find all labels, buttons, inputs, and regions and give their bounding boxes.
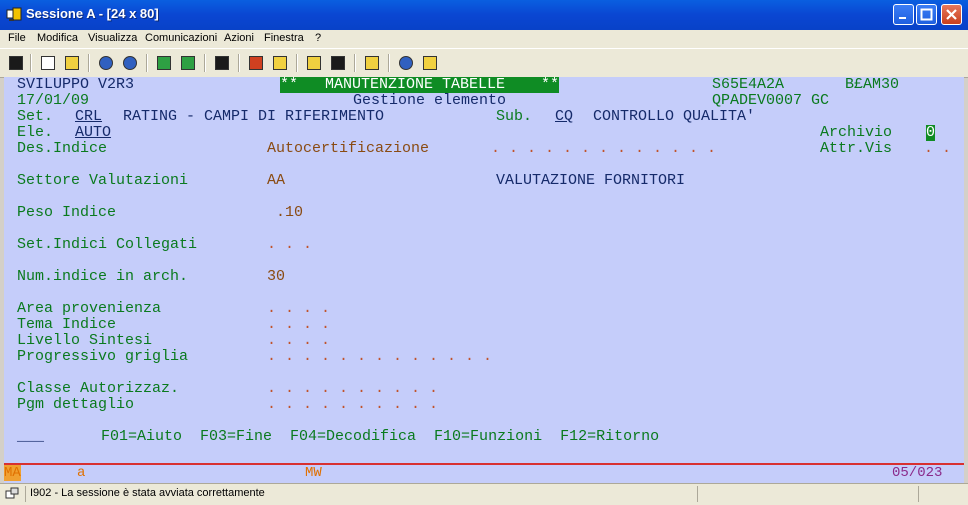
menu-file[interactable]: File	[8, 32, 26, 44]
set-indici-field[interactable]: . . .	[267, 237, 312, 253]
attr-vis-label: Attr.Vis	[820, 140, 893, 157]
record-macro-icon[interactable]	[246, 53, 266, 73]
archivio-field[interactable]: 0	[926, 125, 936, 141]
keyboard-icon[interactable]	[178, 53, 198, 73]
send-file-icon[interactable]	[96, 53, 116, 73]
settore-label: Settore Valutazioni	[17, 172, 189, 189]
macro-icon[interactable]	[212, 53, 232, 73]
window-title: Sessione A - [24 x 80]	[26, 6, 159, 21]
set-label: Set.	[17, 108, 54, 125]
status-separator	[25, 486, 26, 502]
globe-icon[interactable]	[396, 53, 416, 73]
oia-a: a	[77, 465, 86, 481]
status-message: I902 - La sessione è stata avviata corre…	[30, 487, 265, 499]
progressivo-label: Progressivo griglia	[17, 348, 189, 365]
area-field[interactable]: . . . .	[267, 301, 330, 317]
status-separator	[918, 486, 919, 502]
toolbar-separator	[30, 54, 32, 72]
minimize-button[interactable]	[893, 4, 914, 25]
play-macro-icon[interactable]	[304, 53, 324, 73]
status-bar: I902 - La sessione è stata avviata corre…	[0, 483, 968, 505]
ele-code: AUTO	[75, 124, 112, 141]
tema-label: Tema Indice	[17, 316, 117, 333]
peso-label: Peso Indice	[17, 204, 117, 221]
menu-modifica[interactable]: Modifica	[37, 32, 78, 44]
receive-file-icon[interactable]	[120, 53, 140, 73]
menu-help[interactable]: ?	[315, 32, 321, 44]
user-code: B£AM30	[845, 76, 900, 93]
screen-banner: ** MANUTENZIONE TABELLE **	[280, 76, 560, 93]
key-icon[interactable]	[420, 53, 440, 73]
set-code: CRL	[75, 108, 103, 125]
peso-field[interactable]: .10	[267, 205, 303, 221]
copy-icon[interactable]	[38, 53, 58, 73]
close-icon	[946, 9, 957, 20]
settore-field[interactable]: AA	[267, 173, 285, 189]
maximize-icon	[920, 8, 933, 21]
terminal-app-icon[interactable]	[6, 7, 22, 23]
display-icon[interactable]	[154, 53, 174, 73]
num-indice-label: Num.indice in arch.	[17, 268, 189, 285]
ele-label: Ele.	[17, 124, 54, 141]
archivio-label: Archivio	[820, 124, 893, 141]
area-label: Area provenienza	[17, 300, 162, 317]
classe-label: Classe Autorizzaz.	[17, 380, 180, 397]
current-date: 17/01/09	[17, 92, 90, 109]
device-id: QPADEV0007 GC	[712, 92, 830, 109]
des-indice-dots: . . . . . . . . . . . . .	[482, 140, 717, 157]
settore-description: VALUTAZIONE FORNITORI	[496, 172, 686, 189]
stop-macro-icon[interactable]	[270, 53, 290, 73]
program-code: S65E4A2A	[712, 76, 785, 93]
toolbar-separator	[354, 54, 356, 72]
menu-bar: File Modifica Visualizza Comunicazioni A…	[0, 30, 968, 48]
toolbar-separator	[204, 54, 206, 72]
menu-azioni[interactable]: Azioni	[224, 32, 254, 44]
toolbar-separator	[388, 54, 390, 72]
cursor-position: 05/023	[892, 465, 943, 481]
classe-field[interactable]: . . . . . . . . . .	[267, 381, 438, 397]
toolbar-separator	[296, 54, 298, 72]
title-bar: Sessione A - [24 x 80]	[0, 0, 968, 31]
toolbar	[0, 48, 968, 78]
set-indici-label: Set.Indici Collegati	[17, 236, 198, 253]
status-separator	[697, 486, 698, 502]
des-indice-label: Des.Indice	[17, 140, 108, 157]
close-button[interactable]	[941, 4, 962, 25]
sub-label: Sub.	[496, 108, 533, 125]
pgm-label: Pgm dettaglio	[17, 396, 135, 413]
sub-description: CONTROLLO QUALITA'	[593, 108, 756, 125]
des-indice-field[interactable]: Autocertificazione	[267, 141, 429, 157]
print-screen-icon[interactable]	[6, 53, 26, 73]
progressivo-field[interactable]: . . . . . . . . . . . . .	[267, 349, 492, 365]
livello-label: Livello Sintesi	[17, 332, 153, 349]
system-name: SVILUPPO V2R3	[17, 76, 135, 93]
maximize-button[interactable]	[916, 4, 937, 25]
menu-comunicazioni[interactable]: Comunicazioni	[145, 32, 217, 44]
paste-icon[interactable]	[62, 53, 82, 73]
menu-visualizza[interactable]: Visualizza	[88, 32, 137, 44]
num-indice-field[interactable]: 30	[267, 269, 285, 285]
screen-subtitle: Gestione elemento	[353, 92, 507, 109]
toolbar-separator	[238, 54, 240, 72]
pause-macro-icon[interactable]	[328, 53, 348, 73]
session-icon	[5, 487, 19, 499]
command-field[interactable]: ___	[17, 429, 44, 445]
livello-field[interactable]: . . . .	[267, 333, 330, 349]
oia-ma: MA	[4, 465, 21, 481]
operator-info-area: MA a MW 05/023	[4, 463, 964, 483]
pgm-field[interactable]: . . . . . . . . . .	[267, 397, 438, 413]
sub-code: CQ	[555, 108, 574, 125]
oia-mw: MW	[305, 465, 322, 481]
toolbar-separator	[88, 54, 90, 72]
tema-field[interactable]: . . . .	[267, 317, 330, 333]
terminal-screen[interactable]: SVILUPPO V2R3 ** MANUTENZIONE TABELLE **…	[4, 77, 964, 463]
menu-finestra[interactable]: Finestra	[264, 32, 304, 44]
toolbar-separator	[146, 54, 148, 72]
clipboard-icon[interactable]	[362, 53, 382, 73]
function-keys: F01=Aiuto F03=Fine F04=Decodifica F10=Fu…	[101, 428, 660, 445]
minimize-icon	[899, 17, 906, 19]
attr-vis-field[interactable]: . .	[924, 141, 951, 157]
set-description: RATING - CAMPI DI RIFERIMENTO	[123, 108, 385, 125]
